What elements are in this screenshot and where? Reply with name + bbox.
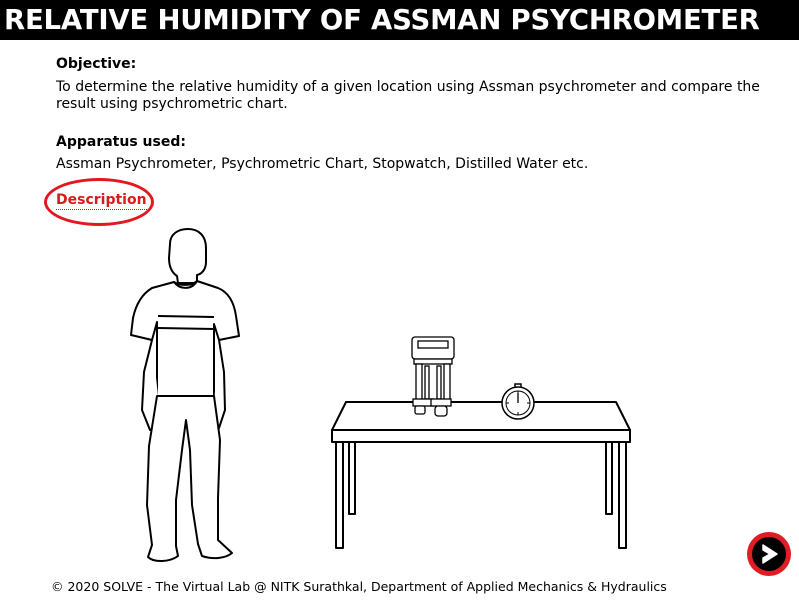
lab-scene [130, 228, 631, 562]
lab-table [331, 401, 631, 549]
assman-psychrometer [411, 336, 455, 417]
next-button[interactable] [747, 532, 791, 576]
next-arrow-icon [752, 537, 786, 571]
footer-copyright: © 2020 SOLVE - The Virtual Lab @ NITK Su… [51, 579, 667, 594]
person-figure [130, 228, 240, 562]
stopwatch [501, 383, 535, 420]
